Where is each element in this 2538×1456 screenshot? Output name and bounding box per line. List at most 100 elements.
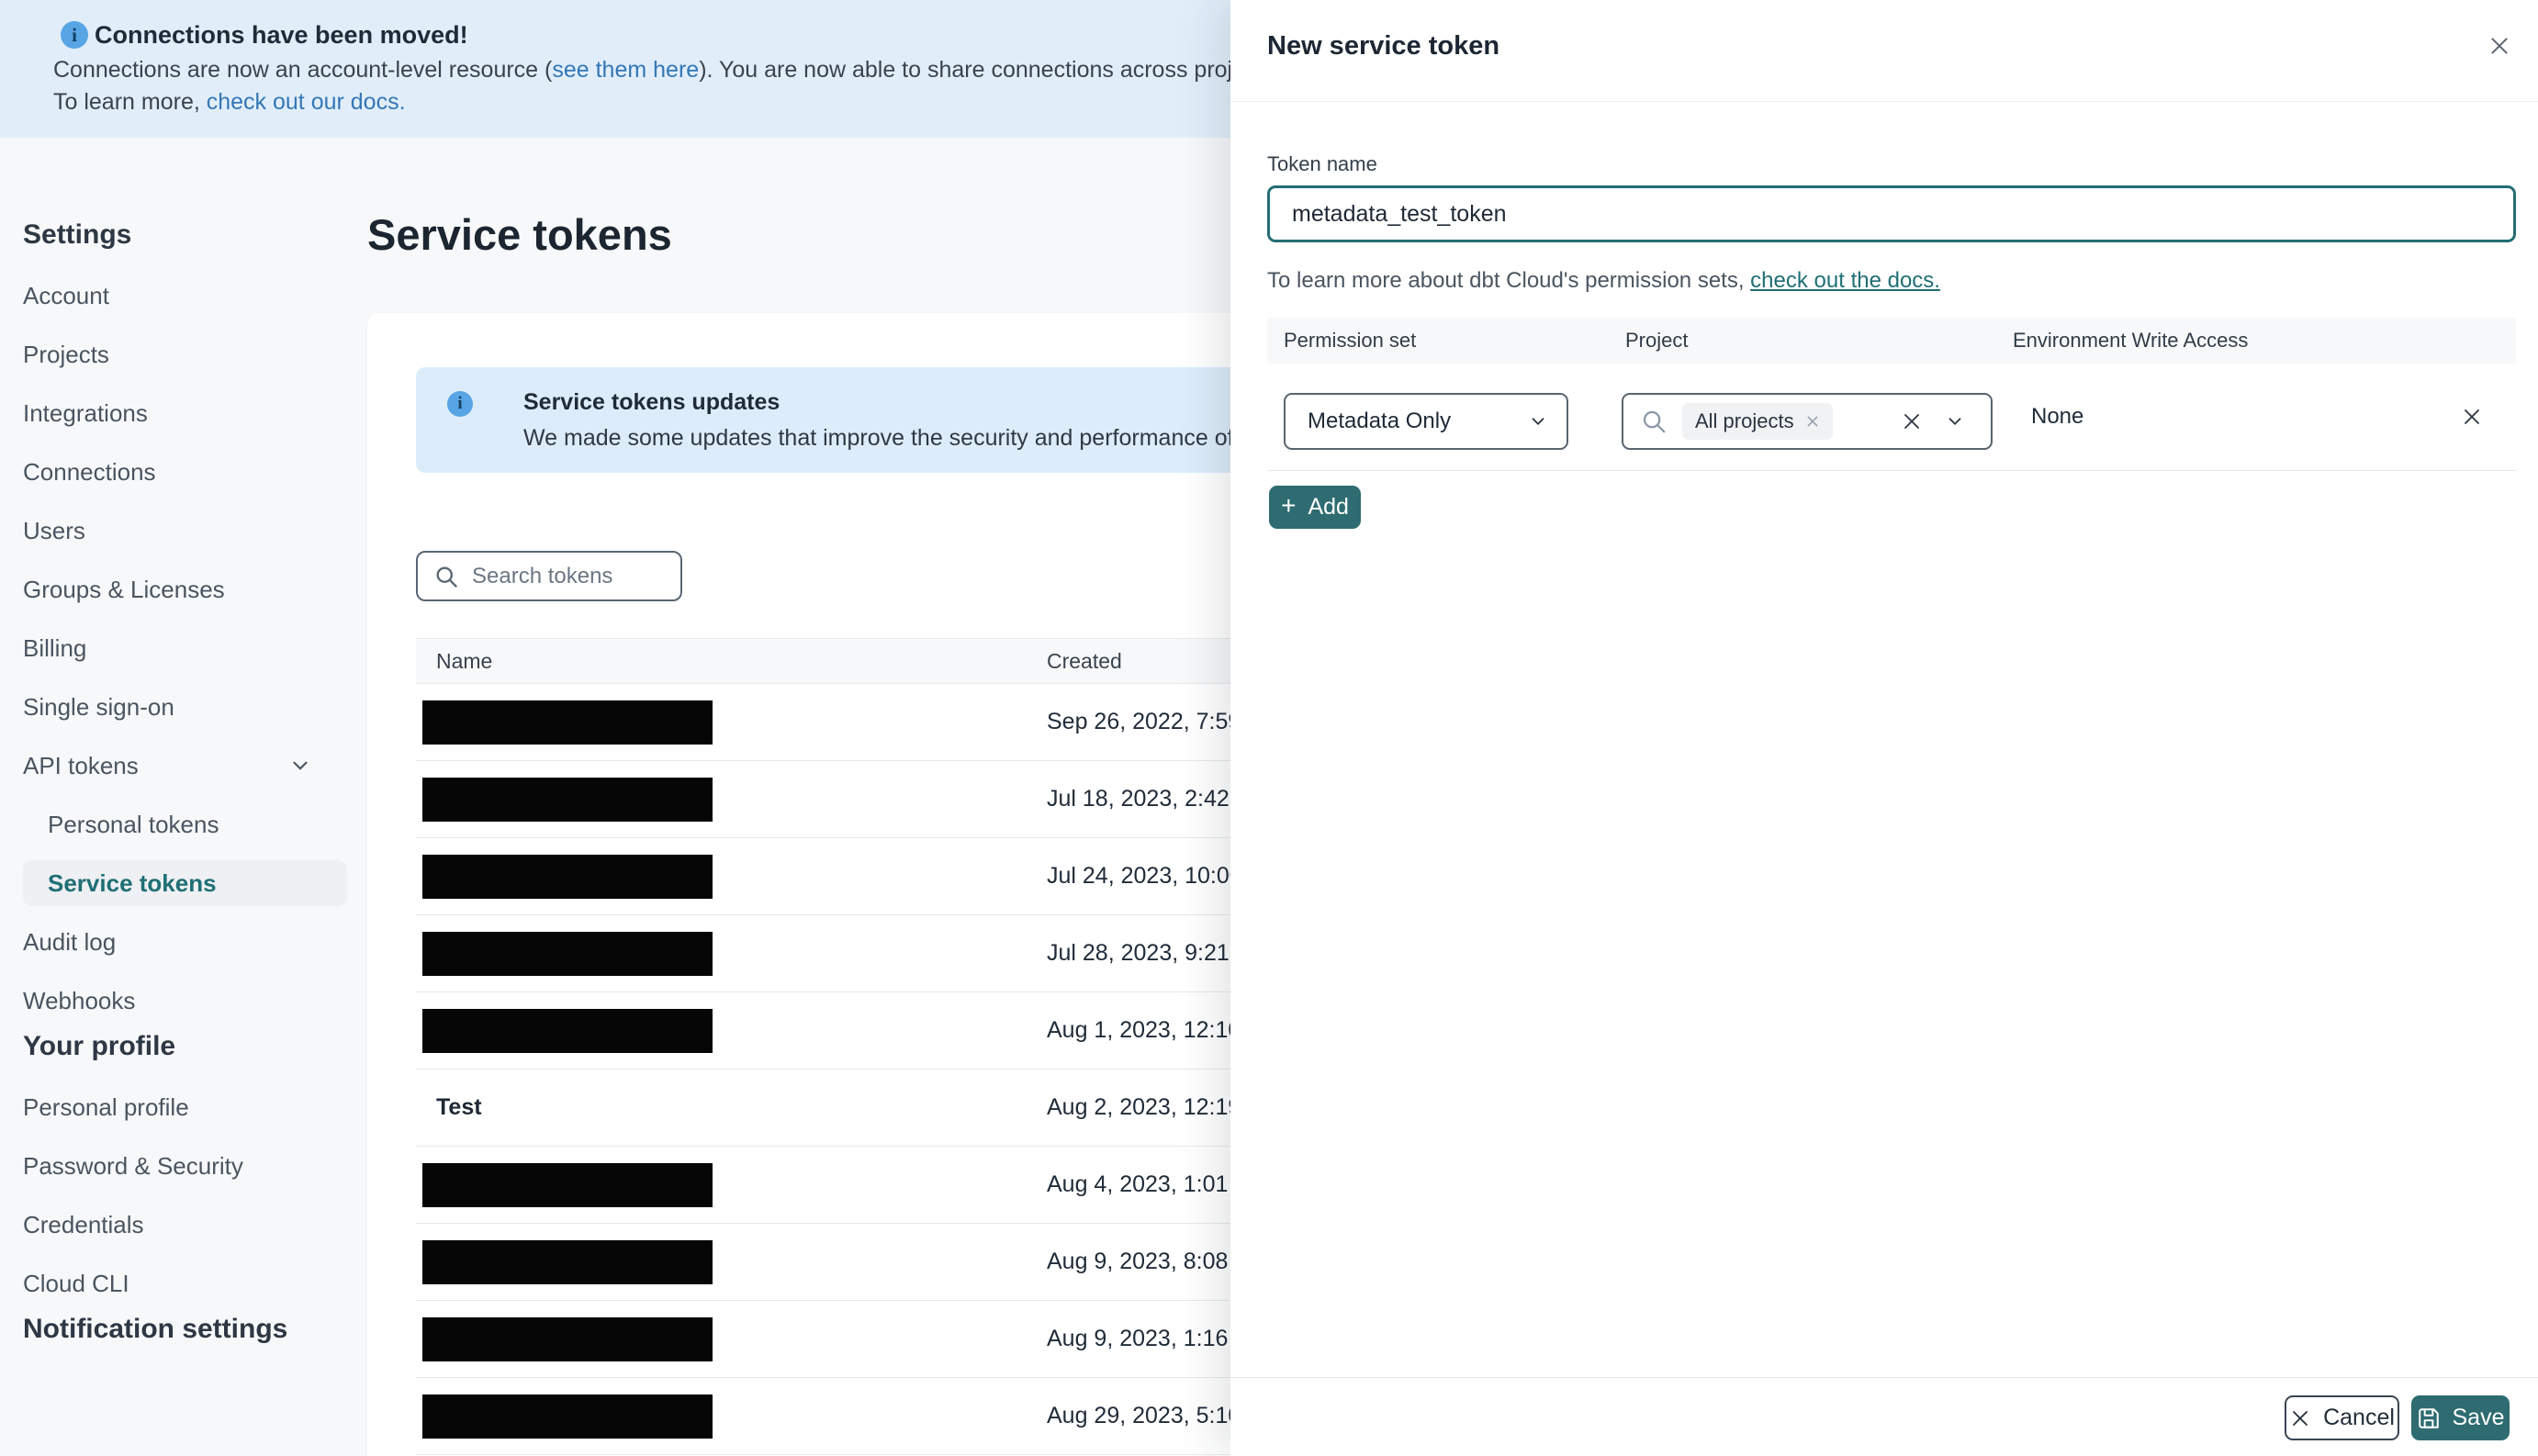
see-them-here-link[interactable]: see them here xyxy=(552,57,699,83)
page-title: Service tokens xyxy=(367,210,672,259)
cancel-button[interactable]: Cancel xyxy=(2285,1395,2399,1440)
remove-chip-icon[interactable] xyxy=(1805,414,1820,429)
close-icon xyxy=(2293,1410,2308,1426)
sidebar-item[interactable]: Webhooks xyxy=(23,971,347,1030)
redacted-token-name xyxy=(422,1162,713,1207)
redacted-token-name xyxy=(422,777,713,822)
column-header-created: Created xyxy=(1047,648,1122,673)
save-button[interactable]: Save xyxy=(2411,1395,2510,1440)
redacted-token-name xyxy=(422,1008,713,1053)
search-icon xyxy=(1640,408,1668,435)
sidebar-item[interactable]: Personal profile xyxy=(23,1078,347,1137)
sidebar-item[interactable]: Cloud CLI xyxy=(23,1254,347,1313)
token-name-label: Token name xyxy=(1267,152,1377,175)
sidebar-item-label: Personal profile xyxy=(23,1093,189,1121)
sidebar-item-label: Credentials xyxy=(23,1211,144,1238)
sidebar-item-label: Webhooks xyxy=(23,987,136,1014)
permission-helper-text: To learn more about dbt Cloud's permissi… xyxy=(1267,268,1940,294)
add-permission-button[interactable]: + Add xyxy=(1269,486,1361,529)
redacted-token-name xyxy=(422,854,713,899)
column-header-permission-set: Permission set xyxy=(1284,329,1417,352)
token-name-cell xyxy=(416,777,1047,822)
sidebar-item-label: Account xyxy=(23,282,109,309)
clear-selection-icon[interactable] xyxy=(1901,410,1923,432)
check-out-the-docs-link[interactable]: check out the docs. xyxy=(1750,268,1940,293)
sidebar-item-label: Integrations xyxy=(23,399,148,427)
permission-set-value: Metadata Only xyxy=(1308,409,1452,433)
permission-row-divider xyxy=(1267,470,2516,471)
redacted-token-name xyxy=(422,1239,713,1284)
sidebar-item-label: Audit log xyxy=(23,928,117,956)
add-button-label: Add xyxy=(1308,494,1349,520)
sidebar-section-items: Account Projects Integrations Connection… xyxy=(23,266,367,1030)
sidebar-item-label: Billing xyxy=(23,634,87,662)
sidebar-item[interactable]: Password & Security xyxy=(23,1137,347,1195)
permission-row: Metadata Only All projects None xyxy=(1267,364,2516,470)
new-service-token-drawer: New service token Token name To learn mo… xyxy=(1230,0,2538,1456)
sidebar-item-label: Connections xyxy=(23,458,156,486)
project-multiselect[interactable]: All projects xyxy=(1622,393,1993,450)
redacted-token-name xyxy=(422,931,713,976)
column-header-name: Name xyxy=(436,648,493,673)
sidebar-item[interactable]: API tokens xyxy=(23,736,347,795)
sidebar-item[interactable]: Users xyxy=(23,501,347,560)
sidebar-item-label: Password & Security xyxy=(23,1152,243,1180)
sidebar-item-label: Personal tokens xyxy=(48,811,219,838)
sidebar-section: Notification settings xyxy=(23,1313,367,1346)
sidebar-item[interactable]: Integrations xyxy=(23,384,347,442)
all-projects-chip[interactable]: All projects xyxy=(1682,403,1833,440)
sidebar-item-label: Projects xyxy=(23,341,109,368)
sidebar-item[interactable]: Connections xyxy=(23,442,347,501)
chevron-down-icon[interactable] xyxy=(288,754,312,778)
sidebar-item[interactable]: Credentials xyxy=(23,1195,347,1254)
sidebar-section-heading: Your profile xyxy=(23,1031,176,1061)
redacted-token-name xyxy=(422,1394,713,1439)
settings-sidebar: Settings Account Projects Integrations C… xyxy=(0,138,367,1456)
token-name-input[interactable] xyxy=(1267,185,2516,242)
save-icon xyxy=(2418,1407,2439,1428)
sidebar-item[interactable]: Projects xyxy=(23,325,347,384)
sidebar-item-label: Service tokens xyxy=(48,869,217,897)
sidebar-section-heading: Settings xyxy=(23,219,132,250)
token-name-cell xyxy=(416,1008,1047,1053)
token-name-cell xyxy=(416,854,1047,899)
permission-set-select[interactable]: Metadata Only xyxy=(1284,393,1568,450)
plus-icon: + xyxy=(1281,491,1297,520)
sidebar-item[interactable]: Audit log xyxy=(23,913,347,971)
info-icon: i xyxy=(447,391,473,417)
token-name-cell xyxy=(416,1239,1047,1284)
banner-text: Connections are now an account-level res… xyxy=(53,57,553,83)
sidebar-item-label: Users xyxy=(23,517,85,544)
chevron-down-icon[interactable] xyxy=(1945,411,1965,431)
close-icon[interactable] xyxy=(2487,33,2512,59)
banner-text: To learn more, xyxy=(53,89,207,115)
sidebar-item[interactable]: Billing xyxy=(23,619,347,678)
sidebar-item-label: API tokens xyxy=(23,752,139,779)
redacted-token-name xyxy=(422,1316,713,1361)
sidebar-item-label: Single sign-on xyxy=(23,693,174,721)
check-out-docs-link[interactable]: check out our docs. xyxy=(207,89,406,115)
sidebar-section-heading: Notification settings xyxy=(23,1314,288,1344)
remove-row-icon[interactable] xyxy=(2461,364,2483,470)
search-input[interactable] xyxy=(472,563,665,589)
column-header-env-write-access: Environment Write Access xyxy=(2013,329,2249,352)
token-name-text: Test xyxy=(436,1094,482,1120)
sidebar-item[interactable]: Service tokens xyxy=(23,860,347,906)
sidebar-item[interactable]: Account xyxy=(23,266,347,325)
search-icon xyxy=(436,566,457,588)
sidebar-section: Settings Account Projects Integrations C… xyxy=(23,218,367,1030)
infobox-title: Service tokens updates xyxy=(523,389,780,415)
info-icon: i xyxy=(61,21,88,49)
drawer-footer: Cancel Save xyxy=(1230,1377,2538,1456)
search-tokens-box[interactable] xyxy=(416,551,682,601)
sidebar-item[interactable]: Single sign-on xyxy=(23,678,347,736)
sidebar-item[interactable]: Groups & Licenses xyxy=(23,560,347,619)
token-name-cell: Test xyxy=(416,1094,1047,1121)
redacted-token-name xyxy=(422,700,713,745)
token-name-cell xyxy=(416,700,1047,745)
column-header-project: Project xyxy=(1625,329,1689,352)
drawer-title: New service token xyxy=(1267,31,1500,61)
permission-table-header: Permission set Project Environment Write… xyxy=(1267,318,2516,364)
sidebar-item[interactable]: Personal tokens xyxy=(23,795,347,854)
token-name-cell xyxy=(416,931,1047,976)
